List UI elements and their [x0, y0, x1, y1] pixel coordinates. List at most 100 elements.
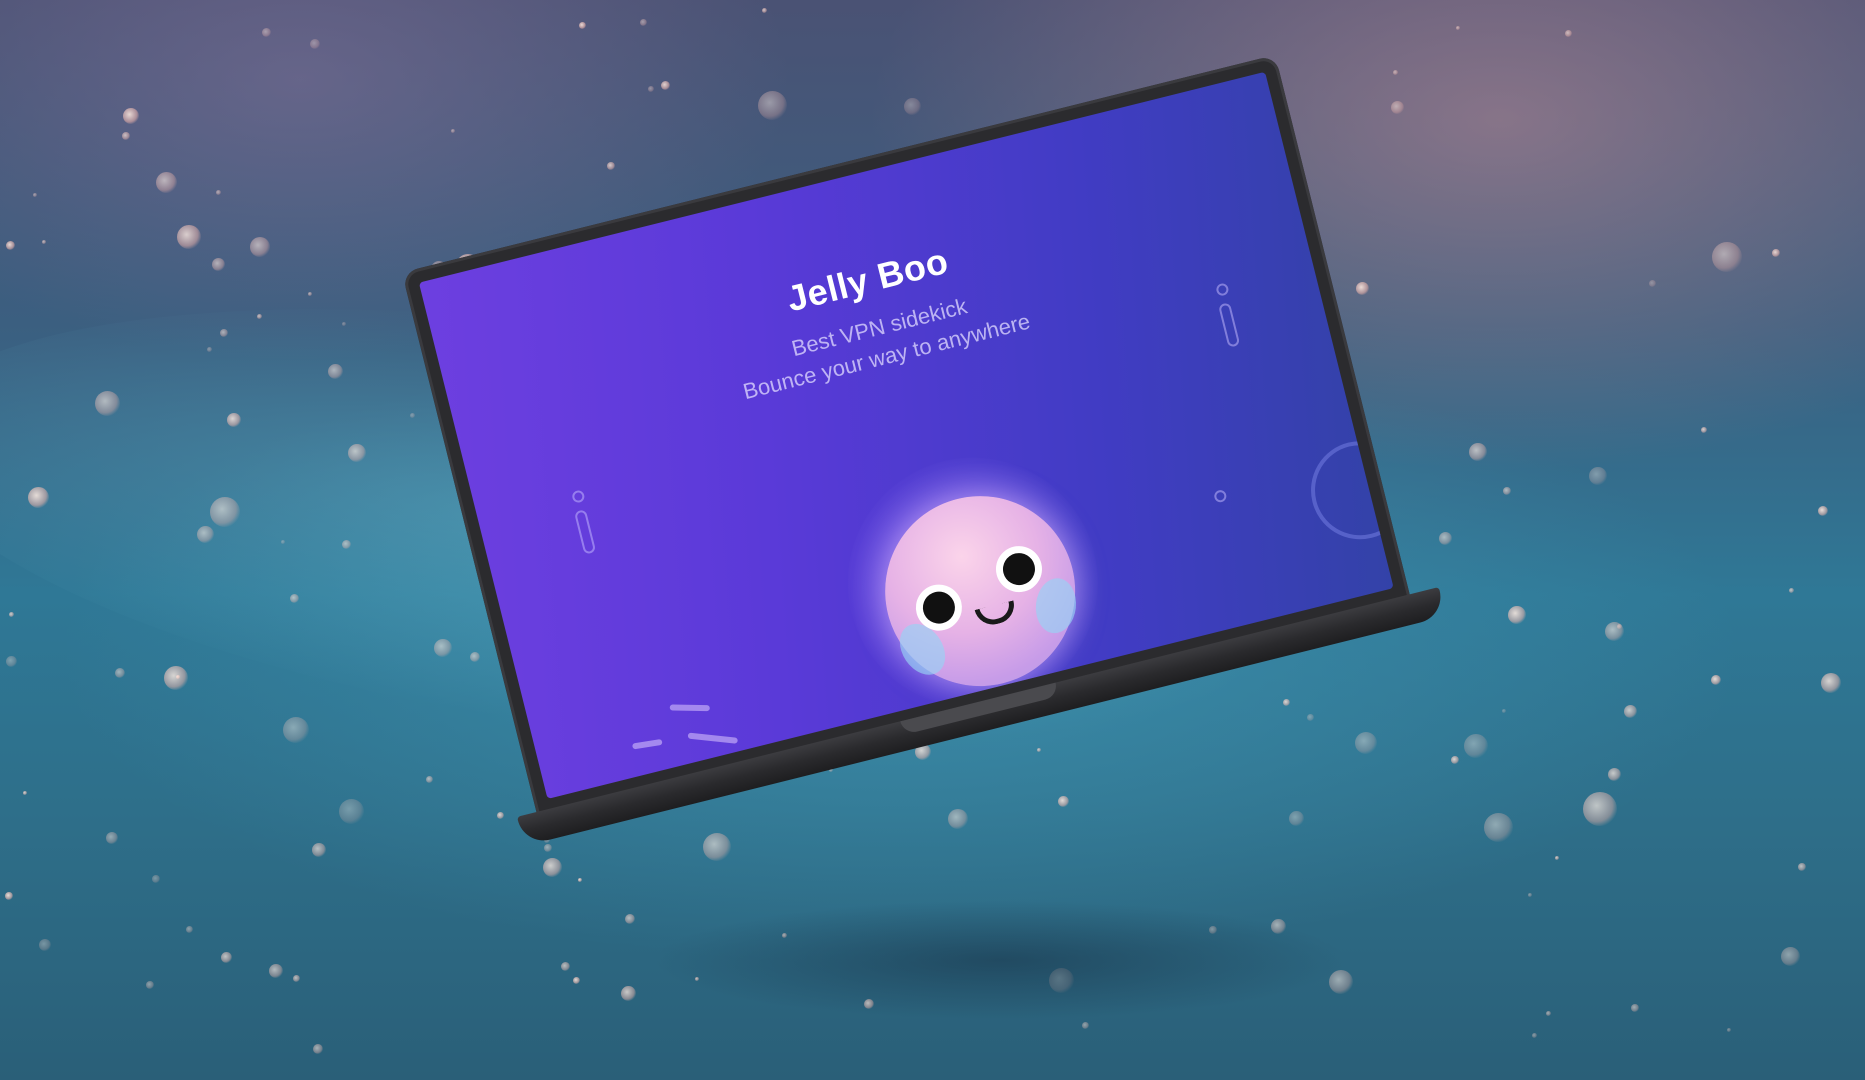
bubble — [1631, 1004, 1639, 1012]
bubble — [451, 129, 455, 133]
bubble — [1555, 856, 1559, 860]
swoosh-2 — [632, 738, 663, 750]
bubble — [1456, 26, 1460, 30]
bubble — [1289, 811, 1304, 826]
bubble — [1781, 947, 1800, 966]
bubble — [257, 314, 262, 319]
bubble — [1711, 675, 1721, 685]
bubble — [28, 487, 49, 508]
bubble — [290, 594, 299, 603]
bubble — [250, 237, 270, 257]
bubble — [186, 926, 193, 933]
bubble — [561, 962, 570, 971]
bubble — [579, 22, 586, 29]
bubble — [762, 8, 767, 13]
bubble — [1712, 242, 1742, 272]
bubble — [9, 612, 14, 617]
bubble — [122, 132, 130, 140]
bubble — [1624, 705, 1637, 718]
bubble — [648, 86, 654, 92]
bubble — [1502, 709, 1506, 713]
bubble — [6, 241, 15, 250]
bubble — [342, 322, 346, 326]
bubble — [1532, 1033, 1537, 1038]
bubble — [210, 497, 240, 527]
deco-dot-small — [1213, 488, 1228, 504]
bubble — [1649, 280, 1656, 287]
bubble — [283, 717, 309, 743]
bubble — [207, 347, 212, 352]
bubble — [308, 292, 312, 296]
bubble — [1701, 427, 1707, 433]
bubble — [1439, 532, 1452, 545]
bubble — [1082, 1022, 1089, 1029]
bubble — [497, 812, 504, 819]
bubble — [328, 364, 343, 379]
bubble — [146, 981, 154, 989]
bubble — [1821, 673, 1841, 693]
background-scene: Jelly Boo Best VPN sidekick Bounce your … — [0, 0, 1865, 1080]
swoosh-3 — [687, 732, 738, 744]
bubble — [221, 952, 232, 963]
bubble — [661, 81, 670, 90]
bubble — [1469, 443, 1487, 461]
bubble — [1798, 863, 1806, 871]
bubble — [95, 391, 120, 416]
bubble — [156, 172, 177, 193]
bubble — [227, 413, 241, 427]
bubble — [621, 986, 636, 1001]
bubble — [152, 875, 160, 883]
right-eye-icon — [991, 541, 1047, 597]
bubble — [339, 799, 364, 824]
bubble — [348, 444, 366, 462]
bubble — [177, 225, 201, 249]
bubble — [758, 91, 787, 120]
bubble — [1546, 1011, 1551, 1016]
bubble — [164, 666, 188, 690]
deco-circle-right — [1300, 430, 1394, 550]
bubble — [313, 1044, 323, 1054]
bubble — [1818, 506, 1828, 516]
left-pupil — [919, 588, 959, 627]
bubble — [904, 98, 921, 115]
bubble — [5, 892, 13, 900]
bubble — [1608, 768, 1621, 781]
bubble — [1508, 606, 1526, 624]
bubble — [6, 656, 17, 667]
right-pupil — [999, 549, 1039, 589]
bubble — [33, 193, 37, 197]
bubble — [293, 975, 300, 982]
deco-pill-right — [1218, 302, 1241, 348]
bubble — [281, 540, 285, 544]
bubble — [197, 526, 214, 543]
bubble — [115, 668, 125, 678]
bubble — [1605, 622, 1624, 641]
bubble — [1393, 70, 1398, 75]
bubble — [640, 19, 647, 26]
bubble — [342, 540, 351, 549]
bubble — [312, 843, 326, 857]
bubble — [1464, 734, 1488, 758]
subtitle-line-1: Best VPN sidekick — [789, 293, 970, 362]
deco-pill-left — [573, 509, 597, 555]
bubble — [220, 329, 228, 337]
bubble — [212, 258, 225, 271]
bubble — [42, 240, 46, 244]
bubble — [310, 39, 320, 49]
laptop-shadow — [650, 900, 1350, 1020]
bubble — [106, 832, 118, 844]
bubble — [1484, 813, 1513, 842]
smile-icon — [974, 600, 1018, 629]
bubble — [1528, 893, 1532, 897]
bubble — [607, 162, 615, 170]
bubble — [1772, 249, 1780, 257]
swoosh-1 — [669, 704, 710, 712]
bubble — [216, 190, 221, 195]
bubble — [1503, 487, 1511, 495]
bubble — [410, 413, 415, 418]
bubble — [573, 977, 580, 984]
bubble — [1589, 467, 1607, 485]
bubble — [39, 939, 51, 951]
bubble — [123, 108, 139, 124]
bubble — [1727, 1028, 1731, 1032]
